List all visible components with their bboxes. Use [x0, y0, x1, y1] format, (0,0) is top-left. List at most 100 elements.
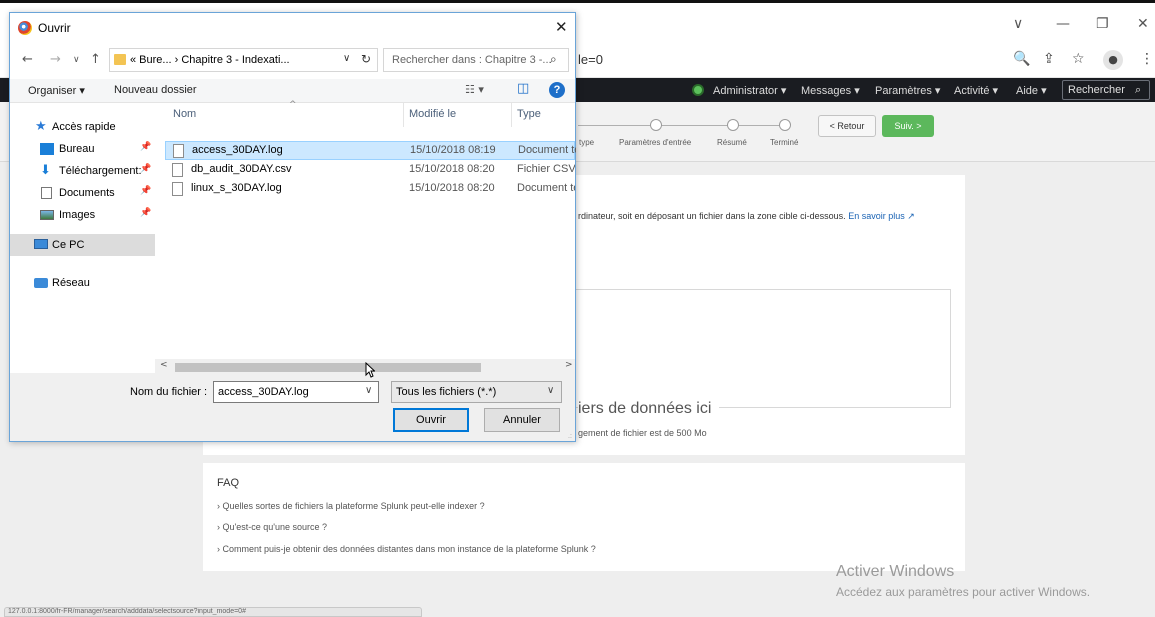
cancel-button[interactable]: Annuler: [484, 408, 560, 432]
windows-activation-title: Activer Windows: [836, 563, 955, 580]
scrollbar-thumb[interactable]: [175, 363, 481, 372]
wizard-step-label: type: [579, 138, 595, 147]
share-icon[interactable]: ⇪: [1043, 51, 1055, 67]
dialog-title: Ouvrir: [38, 21, 71, 35]
file-drop-zone[interactable]: [548, 289, 951, 408]
bookmark-star-icon[interactable]: ☆: [1072, 51, 1085, 67]
dialog-close-icon[interactable]: ✕: [555, 18, 568, 36]
nav-activite[interactable]: Activité ▾: [954, 84, 998, 97]
column-divider[interactable]: [511, 103, 512, 127]
search-icon: ⌕: [550, 52, 557, 66]
folder-search-input[interactable]: Rechercher dans : Chapitre 3 -... ⌕: [383, 48, 569, 72]
restore-icon[interactable]: ❐: [1096, 16, 1109, 32]
organize-button[interactable]: Organiser ▾: [28, 84, 85, 97]
search-icon: ⌕: [1135, 83, 1142, 96]
file-name: db_audit_30DAY.csv: [191, 163, 292, 175]
file-type-filter[interactable]: Tous les fichiers (*.*) ∨: [391, 381, 562, 403]
network-icon: [34, 278, 48, 288]
wizard-progress-line: [578, 125, 783, 126]
drop-zone-title: iers de données ici: [578, 400, 720, 418]
sidebar-item-quick-access[interactable]: ★ Accès rapide: [10, 117, 155, 137]
wizard-step-label: Résumé: [717, 138, 747, 147]
faq-item-text: Quelles sortes de fichiers la plateforme…: [222, 501, 485, 511]
sidebar-item-documents[interactable]: Documents 📌: [10, 183, 155, 203]
back-arrow-icon[interactable]: ←: [22, 52, 33, 67]
faq-item[interactable]: › Comment puis-je obtenir des données di…: [217, 544, 596, 554]
sidebar-item-network[interactable]: Réseau: [10, 273, 155, 293]
recent-locations-icon[interactable]: ∨: [73, 55, 80, 65]
next-button[interactable]: Suiv. >: [882, 115, 934, 137]
nav-parametres[interactable]: Paramètres ▾: [875, 84, 940, 97]
column-divider[interactable]: [403, 103, 404, 127]
minimize-icon[interactable]: —: [1056, 16, 1070, 32]
sidebar-item-images[interactable]: Images 📌: [10, 205, 155, 225]
resize-grip-icon[interactable]: .:: [568, 433, 572, 440]
back-button[interactable]: < Retour: [818, 115, 876, 137]
column-header-name[interactable]: Nom: [173, 108, 196, 120]
filename-input[interactable]: access_30DAY.log ∨: [213, 381, 379, 403]
folder-icon: [114, 54, 126, 65]
splunk-search-label: Rechercher: [1068, 84, 1125, 96]
file-list: ^ Nom Modifié le Type access_30DAY.log 1…: [155, 100, 576, 359]
sidebar-item-this-pc[interactable]: Ce PC: [10, 234, 155, 256]
new-folder-button[interactable]: Nouveau dossier: [114, 84, 197, 96]
file-row[interactable]: access_30DAY.log 15/10/2018 08:19 Docume…: [165, 141, 576, 160]
help-icon[interactable]: ?: [549, 82, 565, 98]
file-row[interactable]: db_audit_30DAY.csv 15/10/2018 08:20 Fich…: [165, 161, 575, 180]
scroll-left-icon[interactable]: <: [160, 360, 168, 370]
wizard-step-dot: [727, 119, 739, 131]
file-type: Fichier CSV: [517, 163, 575, 175]
computer-icon: [34, 239, 48, 249]
open-file-dialog: Ouvrir ✕ ← → ∨ ↑ « Bure... › Chapitre 3 …: [9, 12, 576, 442]
chevron-down-icon[interactable]: ∨: [547, 385, 554, 396]
dialog-titlebar[interactable]: Ouvrir ✕: [10, 13, 575, 43]
forward-arrow-icon[interactable]: →: [50, 52, 61, 67]
health-status-icon[interactable]: [692, 84, 704, 96]
drop-zone-subtitle: gement de fichier est de 500 Mo: [578, 428, 707, 438]
file-type: Document texte: [517, 182, 575, 194]
learn-more-link[interactable]: En savoir plus ↗: [848, 211, 915, 221]
wizard-step-dot: [779, 119, 791, 131]
faq-panel: [203, 463, 965, 571]
download-icon: ⬇: [40, 163, 51, 178]
zoom-icon[interactable]: 🔍: [1013, 51, 1030, 67]
profile-avatar-icon[interactable]: ●: [1103, 50, 1123, 70]
chrome-app-icon: [18, 21, 32, 35]
faq-item-text: Qu'est-ce qu'une source ?: [222, 522, 328, 532]
up-arrow-icon[interactable]: ↑: [90, 52, 101, 67]
pin-icon: 📌: [140, 142, 152, 152]
faq-title: FAQ: [217, 477, 240, 489]
nav-administrator[interactable]: Administrator ▾: [713, 84, 786, 97]
csv-file-icon: [172, 163, 183, 177]
sort-ascending-icon: ^: [289, 100, 297, 110]
splunk-search-button[interactable]: Rechercher ⌕: [1062, 80, 1150, 100]
column-header-modified[interactable]: Modifié le: [409, 108, 456, 120]
tab-list-icon[interactable]: ∨: [1013, 16, 1023, 32]
refresh-icon[interactable]: ↻: [361, 52, 371, 66]
preview-pane-icon[interactable]: ◫: [517, 81, 529, 96]
chevron-down-icon[interactable]: ∨: [365, 385, 372, 396]
url-text[interactable]: le=0: [578, 52, 603, 67]
breadcrumb-path[interactable]: « Bure... › Chapitre 3 - Indexati...: [130, 54, 290, 66]
open-button[interactable]: Ouvrir: [393, 408, 469, 432]
star-icon: ★: [35, 119, 47, 134]
breadcrumb[interactable]: « Bure... › Chapitre 3 - Indexati... ∨ ↻: [109, 48, 378, 72]
window-close-icon[interactable]: ✕: [1137, 16, 1149, 32]
file-row[interactable]: linux_s_30DAY.log 15/10/2018 08:20 Docum…: [165, 180, 575, 199]
file-modified: 15/10/2018 08:20: [409, 182, 495, 194]
column-header-type[interactable]: Type: [517, 108, 541, 120]
upload-description: rdinateur, soit en déposant un fichier d…: [578, 211, 915, 222]
file-name: access_30DAY.log: [192, 144, 283, 156]
sidebar-item-bureau[interactable]: Bureau 📌: [10, 139, 155, 159]
text-file-icon: [173, 144, 184, 158]
faq-item[interactable]: › Qu'est-ce qu'une source ?: [217, 522, 327, 532]
nav-messages[interactable]: Messages ▾: [801, 84, 860, 97]
faq-item[interactable]: › Quelles sortes de fichiers la platefor…: [217, 501, 485, 511]
view-options-icon[interactable]: ☷ ▾: [465, 83, 484, 96]
browser-menu-icon[interactable]: ⋮: [1140, 51, 1154, 67]
sidebar-item-downloads[interactable]: ⬇ Téléchargement: 📌: [10, 161, 155, 181]
scroll-right-icon[interactable]: >: [565, 360, 573, 370]
chevron-down-icon[interactable]: ∨: [343, 53, 350, 64]
nav-aide[interactable]: Aide ▾: [1016, 84, 1047, 97]
browser-top-edge: [0, 0, 1155, 12]
